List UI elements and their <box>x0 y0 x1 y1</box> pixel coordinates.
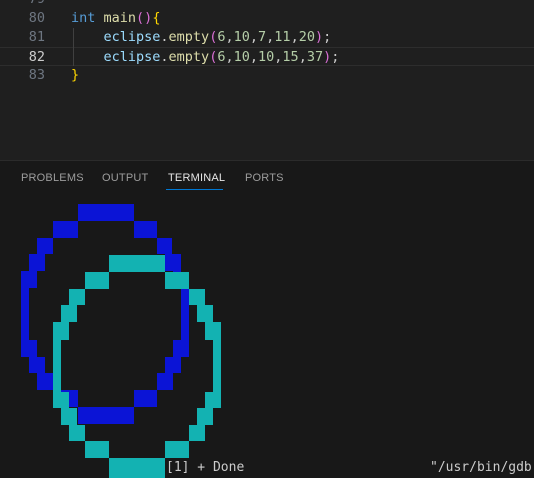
ellipse-blue-segment <box>134 390 157 407</box>
ellipse-cyan-segment <box>53 392 69 408</box>
code-token: empty <box>168 29 210 45</box>
ellipse-cyan-segment <box>85 272 109 289</box>
code-line[interactable]: 80 int main(){ <box>0 9 534 28</box>
ellipse-cyan-segment <box>69 289 85 305</box>
code-token: 10 <box>233 29 250 45</box>
code-token: () <box>136 10 153 26</box>
line-number: 81 <box>28 29 45 45</box>
code-token: , <box>225 29 234 45</box>
ellipse-cyan-segment <box>189 289 205 305</box>
tab-output[interactable]: OUTPUT <box>102 172 148 184</box>
line-number: 82 <box>28 49 45 65</box>
code-token: . <box>160 29 169 45</box>
ellipse-cyan-segment <box>61 408 77 425</box>
ellipse-cyan-segment <box>85 441 109 458</box>
code-token: 15 <box>282 49 299 65</box>
code-token: 37 <box>306 49 324 65</box>
ellipse-cyan-segment <box>69 425 85 441</box>
code-line[interactable]: 81 eclipse.empty(6,10,7,11,20); <box>0 28 534 47</box>
code-token: empty <box>168 49 210 65</box>
code-text: eclipse.empty(6,10,10,15,37); <box>71 48 340 67</box>
code-text: eclipse.empty(6,10,7,11,20); <box>71 28 332 47</box>
code-text: int main(){ <box>71 9 160 28</box>
ellipse-blue-segment <box>37 238 53 254</box>
ellipse-blue-segment <box>157 373 173 390</box>
ellipse-cyan-segment <box>213 340 221 392</box>
ellipse-blue-segment <box>21 340 37 357</box>
code-line[interactable]: 82 eclipse.empty(6,10,10,15,37); <box>0 47 534 66</box>
code-token: , <box>225 49 234 65</box>
ellipse-blue-segment <box>78 407 134 424</box>
tab-terminal[interactable]: TERMINAL <box>168 172 225 184</box>
indent-guide <box>73 28 74 66</box>
code-token: , <box>298 49 307 65</box>
code-token: 20 <box>298 29 315 45</box>
ellipse-cyan-segment <box>165 441 189 458</box>
code-token: } <box>71 67 80 83</box>
ellipse-blue-segment <box>53 221 78 238</box>
code-token: ; <box>331 49 340 65</box>
ellipse-blue-segment <box>37 373 53 390</box>
code-token: 10 <box>233 49 250 65</box>
terminal-view[interactable]: [1] + Done "/usr/bin/gdb <box>0 197 534 478</box>
ellipse-cyan-segment <box>109 458 165 478</box>
ellipse-cyan-segment <box>109 255 165 272</box>
code-token: ) <box>314 29 324 45</box>
ellipse-cyan-segment <box>53 340 61 392</box>
line-number: 79 <box>0 0 45 9</box>
ellipse-cyan-segment <box>205 322 221 340</box>
ellipse-cyan-segment <box>61 305 77 322</box>
active-tab-indicator <box>166 189 223 190</box>
ellipse-blue-segment <box>29 357 45 373</box>
terminal-job-status: [1] + Done <box>166 460 245 475</box>
ellipse-cyan-segment <box>205 392 221 408</box>
tab-problems[interactable]: PROBLEMS <box>21 172 84 184</box>
terminal-job-command: "/usr/bin/gdb <box>430 460 532 475</box>
ellipse-blue-segment <box>21 271 37 288</box>
code-line[interactable]: 79 <box>0 0 534 9</box>
code-line[interactable]: 83} <box>0 66 534 85</box>
ellipse-blue-segment <box>157 238 172 254</box>
ellipse-cyan-segment <box>53 322 69 340</box>
ellipse-blue-segment <box>78 204 134 221</box>
code-editor[interactable]: 7980int main(){81 eclipse.empty(6,10,7,1… <box>0 0 534 160</box>
ellipse-cyan-segment <box>197 408 213 425</box>
code-token: int <box>71 10 96 26</box>
code-token: 10 <box>258 49 275 65</box>
ellipse-blue-segment <box>165 254 181 271</box>
code-token: 7 <box>258 29 267 45</box>
code-token: . <box>160 49 169 65</box>
ellipse-blue-segment <box>181 288 189 340</box>
code-token: ) <box>323 49 332 65</box>
code-token: , <box>290 29 299 45</box>
code-token: eclipse <box>71 49 161 65</box>
line-number: 83 <box>28 67 45 83</box>
code-text: } <box>71 66 79 85</box>
ellipse-blue-segment <box>165 357 181 373</box>
ellipse-blue-segment <box>173 340 189 357</box>
code-token: { <box>152 10 161 26</box>
code-token: , <box>249 29 259 45</box>
ellipse-cyan-segment <box>165 272 189 289</box>
ellipse-cyan-segment <box>197 305 213 322</box>
ellipse-cyan-segment <box>189 425 205 441</box>
ellipse-blue-segment <box>21 288 29 340</box>
tab-ports[interactable]: PORTS <box>245 172 284 184</box>
line-number: 80 <box>28 10 45 26</box>
panel-tab-bar: PROBLEMS OUTPUT TERMINAL PORTS <box>0 161 534 197</box>
code-token: , <box>249 49 259 65</box>
ellipse-blue-segment <box>134 221 157 238</box>
code-token: eclipse <box>71 29 161 45</box>
ellipse-blue-segment <box>29 254 45 271</box>
code-token: ; <box>323 29 332 45</box>
code-token: 11 <box>274 29 291 45</box>
code-token: main <box>103 10 137 26</box>
